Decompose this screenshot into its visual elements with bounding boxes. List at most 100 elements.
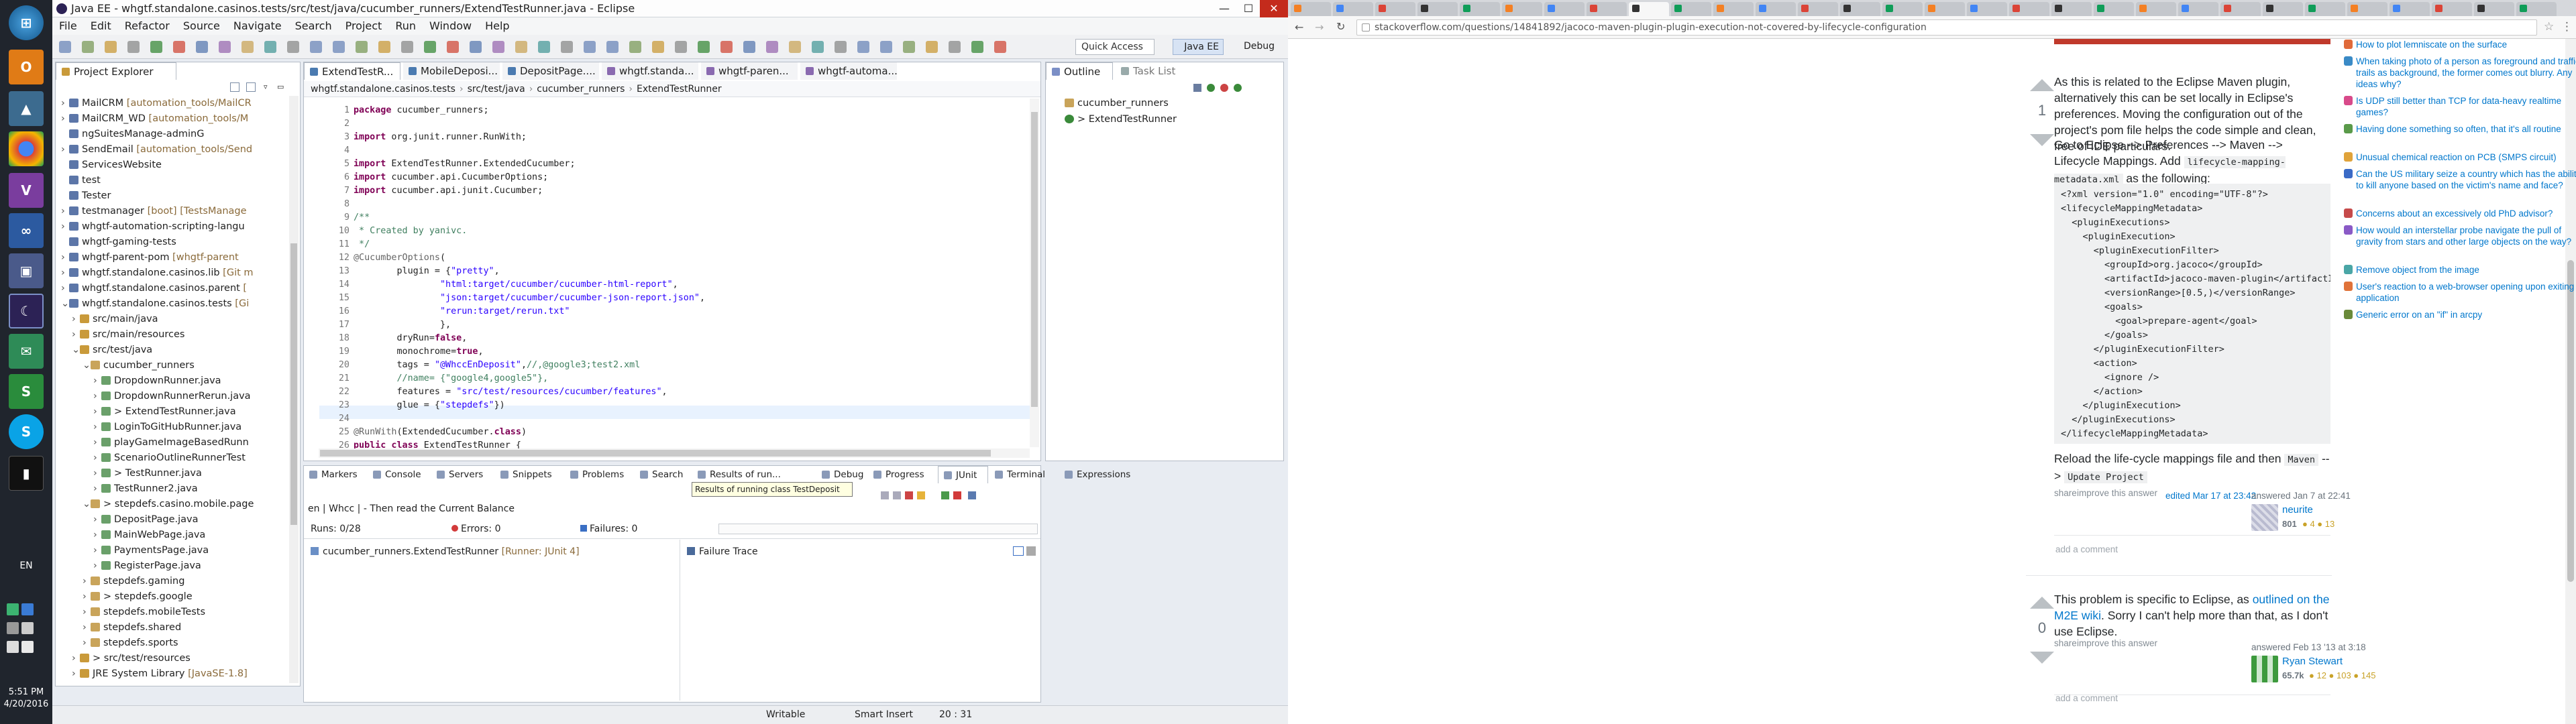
tree-expand-icon[interactable]: › xyxy=(61,219,69,235)
tree-item[interactable]: › stepdefs.shared xyxy=(83,620,282,636)
tree-item[interactable]: › RegisterPage.java xyxy=(93,558,282,574)
menu-source[interactable]: Source xyxy=(183,19,220,32)
tree-expand-icon[interactable]: › xyxy=(72,651,80,666)
answer1-edited-link[interactable]: edited Mar 17 at 23:42 xyxy=(2165,491,2256,501)
tab-project-explorer[interactable]: Project Explorer xyxy=(56,62,176,80)
tree-expand-icon[interactable]: ⌄ xyxy=(72,343,80,358)
tree-item[interactable]: › src/main/java xyxy=(72,312,282,327)
toolbar-button-icon[interactable] xyxy=(584,41,596,53)
tray-icon-speaker[interactable] xyxy=(7,641,19,653)
toolbar-button-icon[interactable] xyxy=(287,41,299,53)
browser-tab[interactable] xyxy=(1713,2,1754,16)
show-failures-icon[interactable] xyxy=(905,491,913,499)
code-editor[interactable]: 1 package cucumber_runners; 2 3 import org.j… xyxy=(319,99,1039,450)
app-icon-pin[interactable]: ▲ xyxy=(9,91,44,126)
browser-tab[interactable] xyxy=(1587,2,1627,16)
menu-navigate[interactable]: Navigate xyxy=(233,19,282,32)
browser-tab[interactable] xyxy=(1671,2,1711,16)
tree-expand-icon[interactable]: › xyxy=(83,589,91,605)
editor-hscrollbar-thumb[interactable] xyxy=(320,450,991,457)
toolbar-button-icon[interactable] xyxy=(766,41,778,53)
toolbar-button-icon[interactable] xyxy=(333,41,345,53)
code-line[interactable]: dryRun=false, xyxy=(354,332,467,345)
hide-nonpublic-icon[interactable] xyxy=(1234,84,1242,92)
code-line[interactable]: "rerun:target/rerun.txt" xyxy=(354,305,570,318)
tree-item[interactable]: › > ExtendTestRunner.java xyxy=(93,404,282,420)
tray-icon-flag[interactable] xyxy=(21,641,34,653)
hot-question-link[interactable]: How would an interstellar probe navigate… xyxy=(2356,225,2576,247)
back-icon[interactable]: ← xyxy=(1295,21,1303,34)
editor-tab[interactable]: MobileDeposi... xyxy=(403,62,500,80)
toolbar-button-icon[interactable] xyxy=(629,41,641,53)
menu-window[interactable]: Window xyxy=(429,19,472,32)
tree-item[interactable]: › whgtf-parent-pom [whgtf-parent xyxy=(61,250,282,265)
link-editor-icon[interactable] xyxy=(246,82,256,92)
tree-item[interactable]: › stepdefs.mobileTests xyxy=(83,605,282,620)
bottom-tab[interactable]: JUnit xyxy=(938,466,988,483)
tree-item[interactable]: › whgtf.standalone.casinos.parent [ xyxy=(61,281,282,296)
app-icon-orange[interactable]: O xyxy=(9,50,44,84)
code-line[interactable]: import org.junit.runner.RunWith; xyxy=(354,131,527,144)
tree-expand-icon[interactable]: › xyxy=(93,528,101,543)
code-line[interactable]: import ExtendTestRunner.ExtendedCucumber… xyxy=(354,158,576,171)
tree-expand-icon[interactable]: › xyxy=(61,96,69,111)
bottom-tab[interactable]: Results of run... xyxy=(692,466,815,483)
tree-expand-icon[interactable]: › xyxy=(93,450,101,466)
tree-item[interactable]: › ScenarioOutlineRunnerTest xyxy=(93,450,282,466)
toolbar-button-icon[interactable] xyxy=(127,41,140,53)
browser-tab[interactable] xyxy=(2136,2,2176,16)
tree-item[interactable]: › SendEmail [automation_tools/Send xyxy=(61,142,282,158)
neurite-avatar[interactable] xyxy=(2251,504,2278,531)
tree-item[interactable]: › whgtf.standalone.casinos.lib [Git m xyxy=(61,265,282,281)
toolbar-button-icon[interactable] xyxy=(173,41,185,53)
tree-item[interactable]: › MainWebPage.java xyxy=(93,528,282,543)
answer1-add-comment[interactable]: add a comment xyxy=(2055,544,2118,554)
collapse-all-icon[interactable] xyxy=(230,82,239,92)
hot-question-link[interactable]: Concerns about an excessively old PhD ad… xyxy=(2356,208,2576,219)
menu-search[interactable]: Search xyxy=(295,19,332,32)
app-icon-s-green[interactable]: S xyxy=(9,374,44,409)
browser-tab[interactable] xyxy=(2347,2,2387,16)
tree-expand-icon[interactable]: › xyxy=(61,111,69,127)
answer1-improve-link[interactable]: improve this answer xyxy=(2077,488,2157,498)
browser-tab[interactable] xyxy=(1967,2,2007,16)
tray-icon-green[interactable] xyxy=(7,603,19,615)
hot-question-link[interactable]: Generic error on an "if" in arcpy xyxy=(2356,309,2576,320)
code-line[interactable]: @RunWith(ExtendedCucumber.class) xyxy=(354,426,527,439)
compare-results-icon[interactable] xyxy=(1013,546,1024,556)
tree-item[interactable]: › > TestRunner.java xyxy=(93,466,282,481)
toolbar-button-icon[interactable] xyxy=(675,41,687,53)
tree-item[interactable]: › > src/test/resources xyxy=(72,651,282,666)
browser-tab[interactable] xyxy=(2263,2,2303,16)
browser-tab[interactable] xyxy=(1756,2,1796,16)
tree-expand-icon[interactable]: › xyxy=(72,666,80,682)
chrome-menu-icon[interactable]: ⋮ xyxy=(2561,20,2573,34)
answer2-upvote-icon[interactable] xyxy=(2030,597,2054,609)
editor-tab[interactable]: whgtf-paren... xyxy=(701,62,798,80)
code-line[interactable]: plugin = {"pretty", xyxy=(354,265,499,278)
toolbar-button-icon[interactable] xyxy=(561,41,573,53)
hide-static-icon[interactable] xyxy=(1220,84,1228,92)
code-line[interactable]: features = "src/test/resources/cucumber/… xyxy=(354,385,667,399)
answer2-improve-link[interactable]: improve this answer xyxy=(2077,638,2157,648)
tree-scrollbar-thumb[interactable] xyxy=(290,243,297,525)
page-scrollbar[interactable] xyxy=(2565,39,2576,724)
next-failure-icon[interactable] xyxy=(881,491,889,499)
app-icon-circles[interactable]: ∞ xyxy=(9,213,44,248)
tree-expand-icon[interactable]: › xyxy=(61,204,69,219)
browser-tab[interactable] xyxy=(1882,2,1923,16)
toolbar-button-icon[interactable] xyxy=(150,41,162,53)
tree-expand-icon[interactable]: › xyxy=(61,265,69,281)
scroll-lock-icon[interactable] xyxy=(917,491,925,499)
toolbar-button-icon[interactable] xyxy=(424,41,436,53)
code-line[interactable]: */ xyxy=(354,238,370,251)
bottom-tab[interactable]: Expressions xyxy=(1059,466,1146,483)
tab-task-list[interactable]: Task List xyxy=(1116,62,1189,80)
code-line[interactable]: import cucumber.api.junit.Cucumber; xyxy=(354,184,543,198)
outline-package[interactable]: cucumber_runners xyxy=(1065,96,1169,111)
close-icon[interactable]: ✕ xyxy=(1260,0,1288,17)
editor-vscrollbar-thumb[interactable] xyxy=(1031,112,1038,407)
toolbar-button-icon[interactable] xyxy=(310,41,322,53)
toolbar-button-icon[interactable] xyxy=(59,41,71,53)
tree-item[interactable]: ngSuitesManage-adminG xyxy=(61,127,282,142)
